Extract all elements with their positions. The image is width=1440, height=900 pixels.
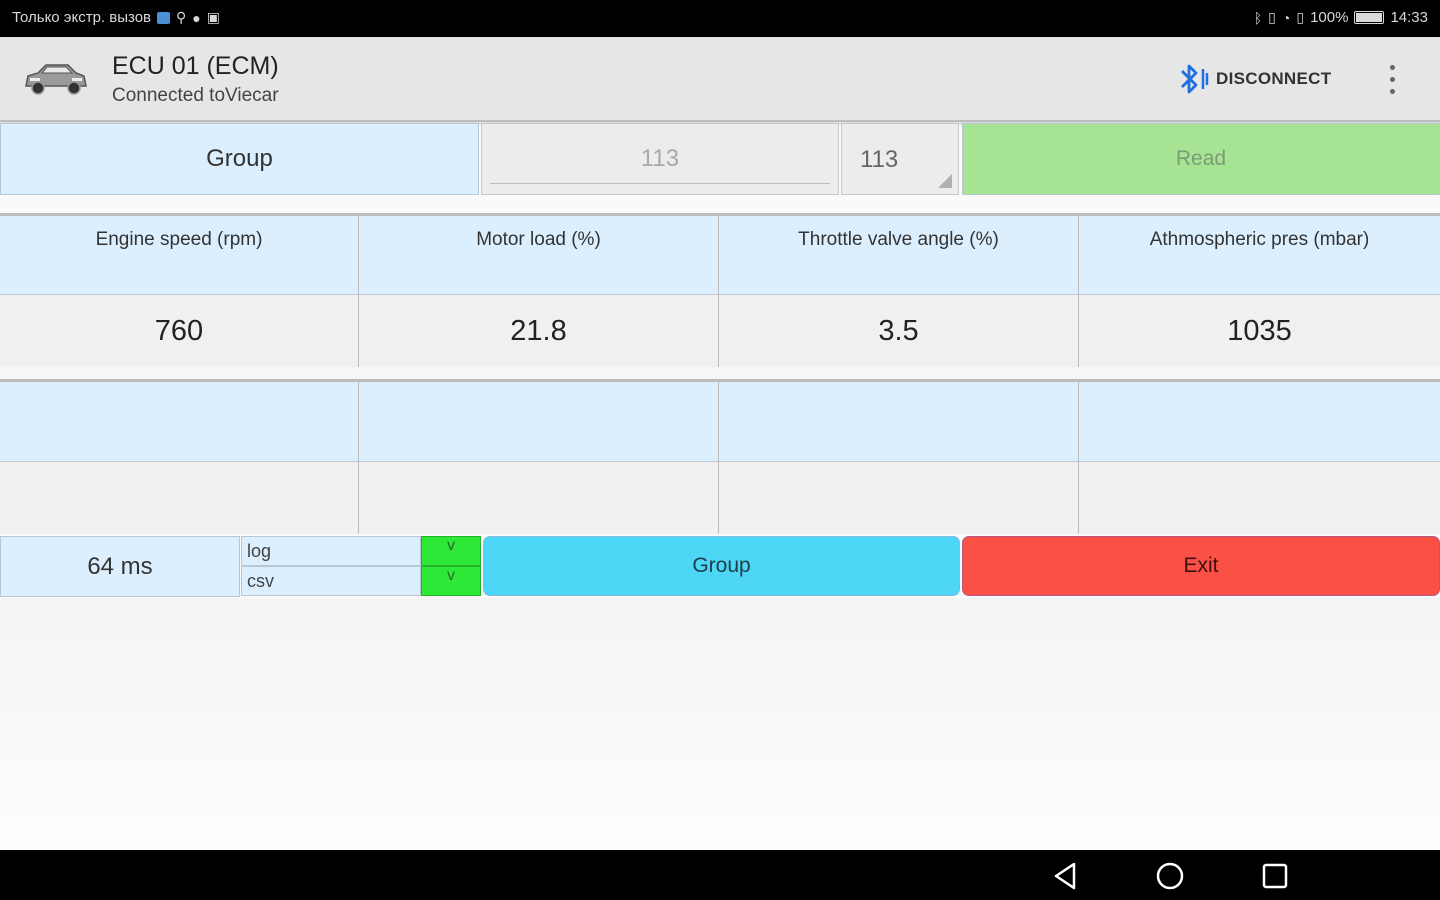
location-icon: ● [192, 9, 201, 26]
battery-percent: 100% [1310, 9, 1349, 26]
disconnect-label: DISCONNECT [1216, 69, 1332, 88]
status-bar-right: ᛒ ▯ ◔ ▯ 100% 14:33 [1254, 9, 1428, 26]
measurement-value: 3.5 [719, 295, 1079, 367]
measurement-header: Engine speed (rpm) [0, 216, 359, 295]
notification-icon [157, 11, 171, 24]
log-label: log [241, 536, 421, 566]
disconnect-button[interactable]: DISCONNECT [1174, 61, 1331, 97]
bluetooth-connected-icon [1181, 64, 1209, 94]
empty-content-area [0, 598, 1440, 850]
connection-status: Connected toViecar [112, 85, 279, 106]
clock: 14:33 [1390, 9, 1428, 26]
wifi-icon: ◔ [1281, 9, 1291, 26]
exit-button[interactable]: Exit [962, 536, 1440, 596]
read-button[interactable]: Read [962, 123, 1440, 195]
overflow-menu-icon[interactable] [1380, 61, 1404, 97]
measurement-header: Throttle valve angle (%) [719, 216, 1079, 295]
measurement-value-empty [1079, 462, 1440, 534]
image-icon: ▣ [206, 9, 220, 25]
csv-label: csv [241, 566, 421, 596]
measurement-value: 1035 [1079, 295, 1440, 367]
measurement-header-empty [719, 382, 1079, 462]
usb-icon: ⚲ [176, 9, 187, 25]
back-icon[interactable] [1048, 858, 1084, 894]
measurement-header-empty [359, 382, 719, 462]
csv-checkbox[interactable]: v [421, 566, 481, 596]
sim-icon: ▯ [1296, 9, 1305, 25]
measurement-header-empty [1079, 382, 1440, 462]
vibrate-icon: ▯ [1268, 9, 1276, 25]
measurement-value-empty [359, 462, 719, 534]
measurement-value-empty [0, 462, 359, 534]
group-spinner[interactable]: 113 [841, 123, 959, 195]
group-spinner-value: 113 [860, 146, 899, 173]
status-bar: Только экстр. вызов ⚲ ● ▣ ᛒ ▯ ◔ ▯ 100% 1… [0, 0, 1440, 37]
carrier-text: Только экстр. вызов [12, 9, 152, 26]
measurement-value: 21.8 [359, 295, 719, 367]
group-select-button[interactable]: Group [0, 123, 479, 195]
ecu-title: ECU 01 (ECM) [112, 52, 279, 80]
measurement-header-empty [0, 382, 359, 462]
bluetooth-status-icon: ᛒ [1253, 9, 1263, 26]
home-icon[interactable] [1152, 858, 1188, 894]
spinner-dropdown-icon [938, 174, 952, 188]
response-time: 64 ms [0, 536, 240, 597]
measurement-value-empty [719, 462, 1079, 534]
battery-icon [1354, 11, 1385, 24]
measurement-header: Athmospheric pres (mbar) [1079, 216, 1440, 295]
group-button[interactable]: Group [483, 536, 960, 596]
group-number-input[interactable]: 113 [481, 123, 839, 195]
app-bar: ECU 01 (ECM) Connected toViecar DISCONNE… [0, 37, 1440, 122]
recents-icon[interactable] [1257, 858, 1293, 894]
navigation-bar [0, 850, 1440, 900]
status-bar-left: Только экстр. вызов ⚲ ● ▣ [12, 9, 220, 26]
measurement-header: Motor load (%) [359, 216, 719, 295]
car-icon [25, 64, 87, 95]
log-checkbox[interactable]: v [421, 536, 481, 566]
measurement-value: 760 [0, 295, 359, 367]
